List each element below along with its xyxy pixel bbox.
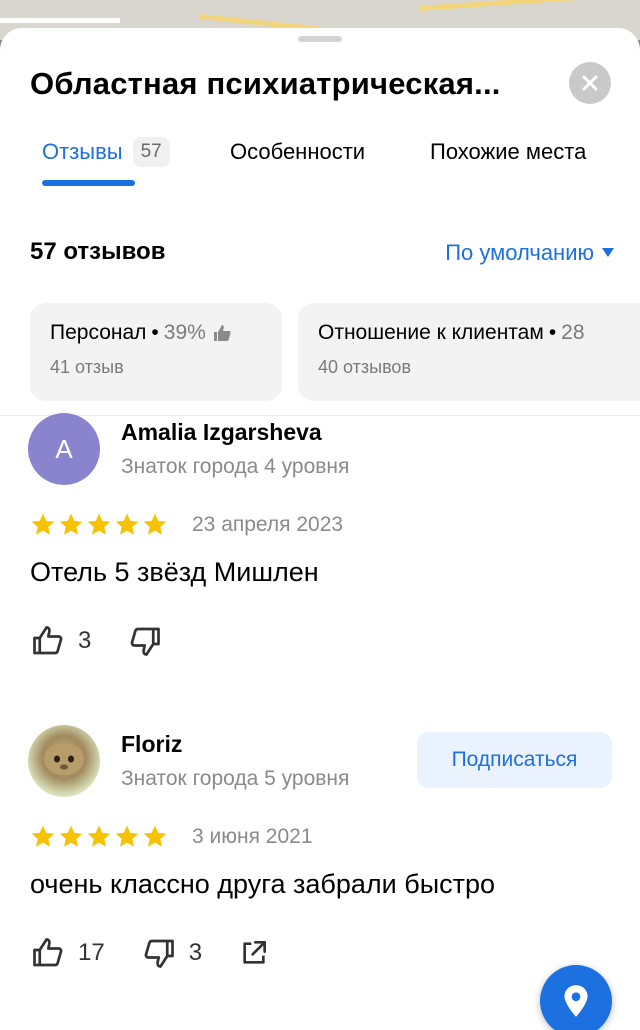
location-pin-icon (564, 985, 588, 1017)
rating-stars (30, 512, 168, 538)
aspect-review-count: 40 отзывов (318, 357, 412, 377)
review-text: Отель 5 звёзд Мишлен (30, 557, 319, 587)
thumb-up-icon (213, 325, 231, 341)
thumb-down-icon (130, 627, 161, 656)
caret-down-icon (602, 248, 614, 257)
aspect-label: Персонал (50, 321, 147, 344)
section-divider (0, 415, 640, 416)
aspect-chip-attitude[interactable]: Отношение к клиентам • 28 40 отзывов (298, 303, 640, 401)
review-date: 3 июня 2021 (192, 825, 313, 848)
like-button[interactable]: 3 (30, 623, 91, 659)
star-icon (31, 825, 55, 847)
aspect-chip-staff[interactable]: Персонал • 39% 41 отзыв (30, 303, 282, 401)
reviews-count: 57 отзывов (30, 238, 166, 265)
reviewer-level: Знаток города 5 уровня (121, 767, 350, 790)
subscribe-button[interactable]: Подписаться (417, 732, 612, 788)
tab-features-label: Особенности (230, 139, 366, 164)
thumb-up-icon (33, 626, 63, 655)
sort-dropdown[interactable]: По умолчанию (445, 240, 614, 266)
like-count: 3 (78, 627, 92, 654)
thumb-down-icon (144, 939, 174, 968)
sort-label: По умолчанию (445, 240, 594, 265)
star-icon (87, 825, 111, 847)
avatar-letter: A (55, 433, 73, 464)
tab-reviews-label: Отзывы (42, 139, 123, 164)
share-button[interactable] (238, 937, 270, 969)
review-actions: 3 (30, 623, 199, 659)
aspect-chips: Персонал • 39% 41 отзыв Отношение к клие… (30, 303, 640, 403)
star-icon (59, 513, 83, 535)
thumb-up-icon (33, 938, 63, 967)
tab-features[interactable]: Особенности (230, 134, 365, 170)
star-icon (59, 825, 83, 847)
aspect-percent: 39% (163, 321, 206, 344)
reviewer-level: Знаток города 4 уровня (121, 455, 350, 478)
review-actions: 17 3 (30, 935, 306, 971)
star-icon (87, 513, 111, 535)
tab-reviews-count: 57 (132, 137, 170, 167)
dislike-button[interactable]: 3 (141, 935, 202, 971)
review-date: 23 апреля 2023 (192, 513, 344, 536)
like-button[interactable]: 17 (30, 935, 105, 971)
aspect-label: Отношение к клиентам (318, 321, 544, 344)
star-icon (31, 513, 55, 535)
location-button[interactable] (540, 965, 612, 1030)
close-icon (582, 75, 598, 91)
sheet-drag-handle[interactable] (298, 36, 342, 42)
avatar-image (44, 743, 84, 775)
tab-similar-places[interactable]: Похожие места (430, 134, 586, 170)
tab-reviews[interactable]: Отзывы 57 (42, 134, 170, 170)
dislike-button[interactable] (127, 623, 163, 659)
rating-stars (30, 824, 168, 850)
share-icon (243, 941, 267, 964)
dislike-count: 3 (188, 939, 203, 966)
star-icon (115, 513, 139, 535)
place-title: Областная психиатрическая... (30, 66, 501, 101)
reviewer-name[interactable]: Floriz (121, 731, 182, 758)
reviewer-name[interactable]: Amalia Izgarsheva (121, 419, 322, 446)
like-count: 17 (78, 939, 105, 966)
aspect-percent: 28 (561, 321, 585, 344)
review-text: очень классно друга забрали быстро (30, 869, 496, 899)
active-tab-indicator (42, 180, 135, 186)
star-icon (115, 825, 139, 847)
tab-similar-label: Похожие места (430, 139, 587, 164)
aspect-review-count: 41 отзыв (50, 357, 124, 377)
close-button[interactable] (569, 62, 611, 104)
avatar[interactable] (28, 725, 100, 797)
star-icon (143, 513, 167, 535)
avatar[interactable]: A (28, 413, 100, 485)
star-icon (143, 825, 167, 847)
